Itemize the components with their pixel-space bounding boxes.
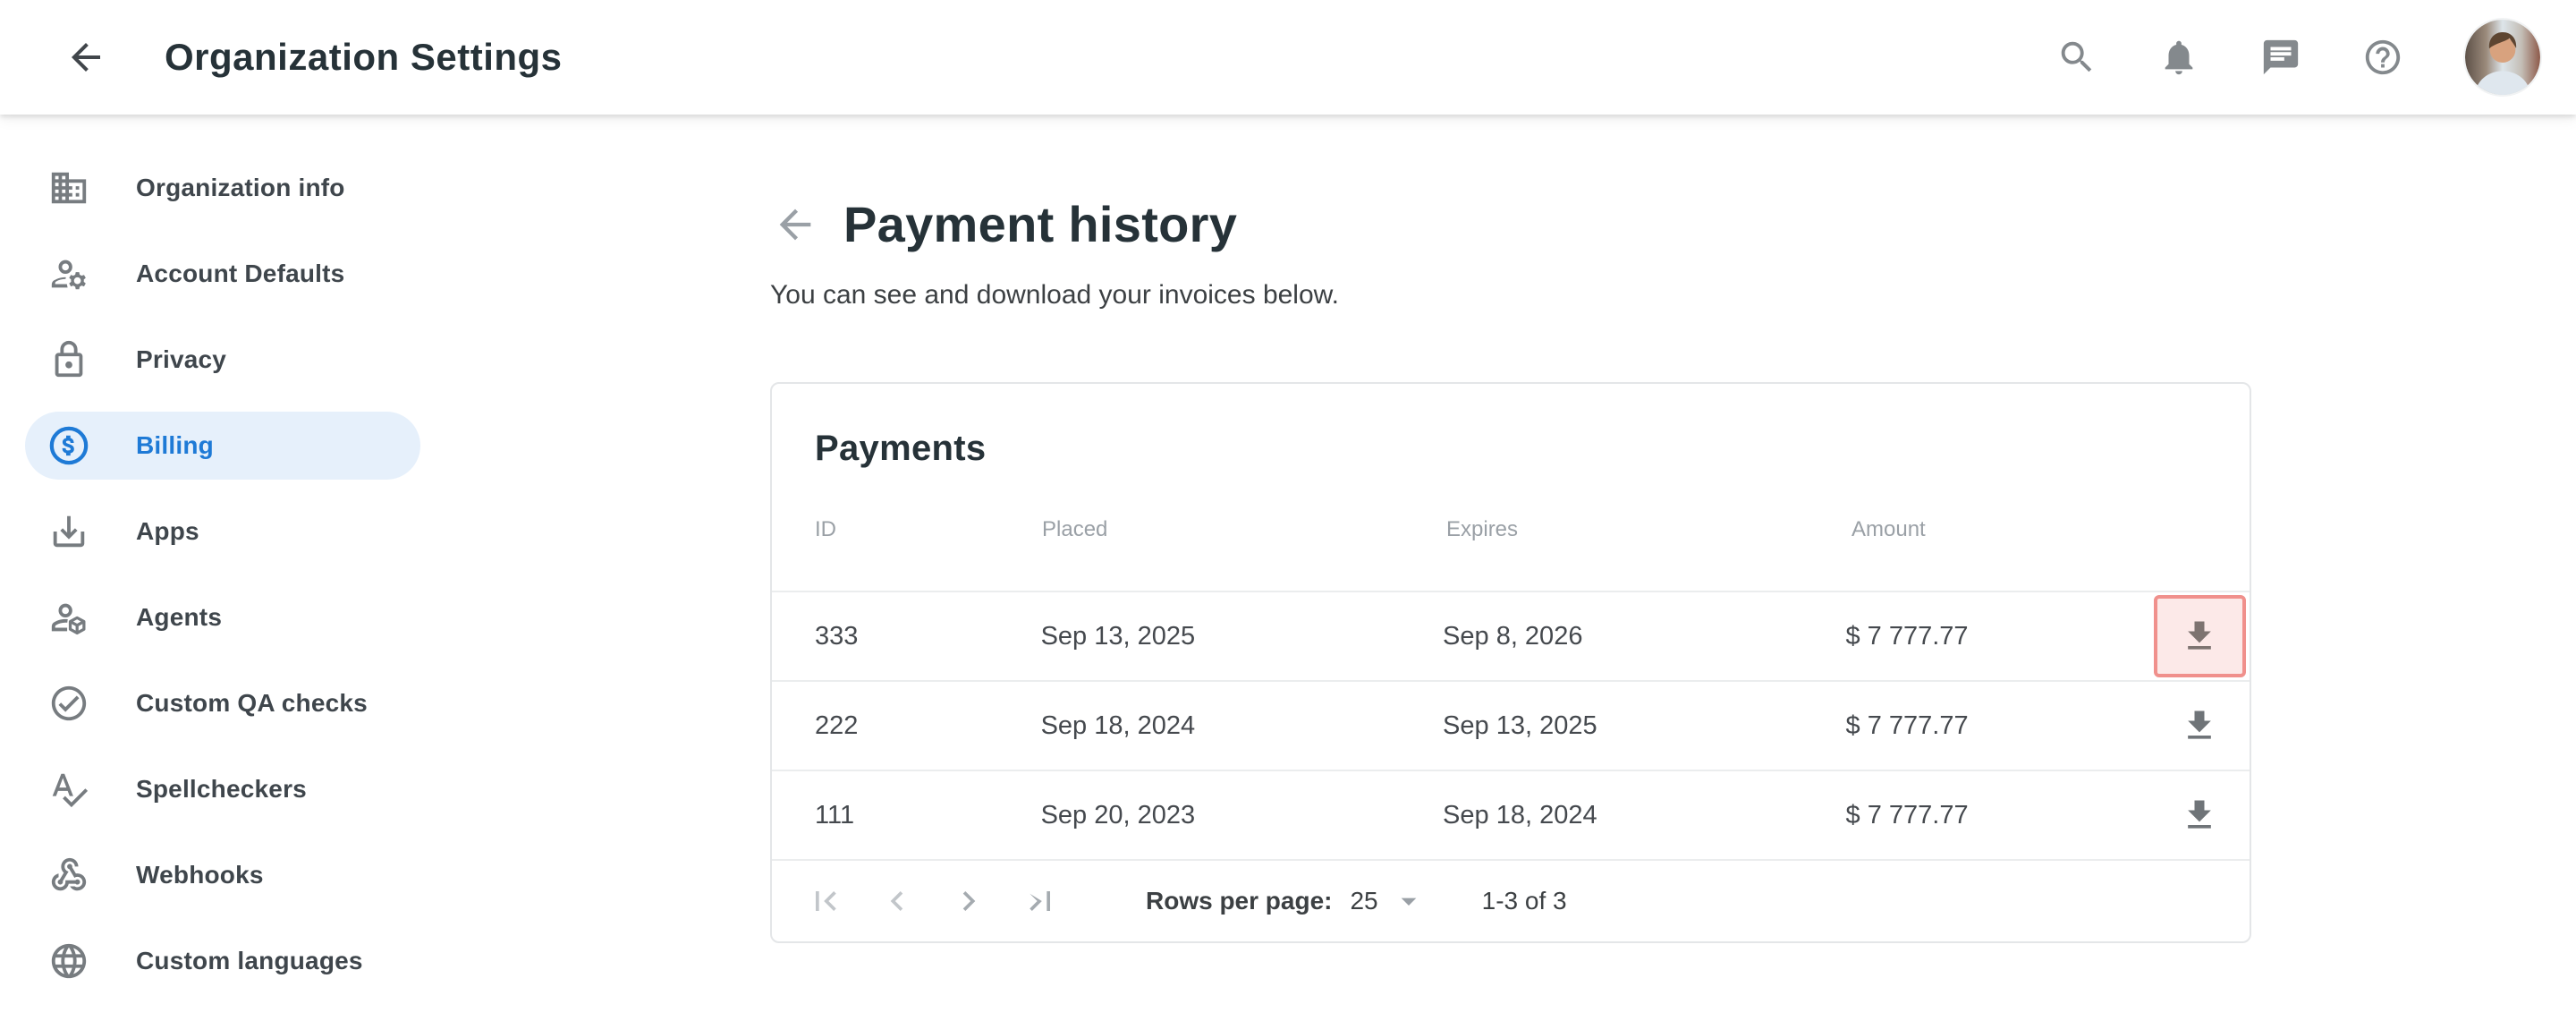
sidebar-item-label: Custom QA checks bbox=[136, 689, 368, 718]
column-header-placed: Placed bbox=[1042, 517, 1446, 542]
dollar-circle-icon bbox=[48, 425, 89, 466]
sidebar-item-agents[interactable]: Agents bbox=[25, 583, 420, 651]
sidebar-item-privacy[interactable]: Privacy bbox=[25, 326, 420, 394]
cell-placed: Sep 13, 2025 bbox=[1041, 622, 1443, 651]
cell-expires: Sep 8, 2026 bbox=[1443, 622, 1845, 651]
sidebar-item-account-defaults[interactable]: Account Defaults bbox=[25, 240, 420, 308]
last-page-button[interactable] bbox=[1019, 880, 1062, 923]
cell-id: 111 bbox=[815, 801, 1041, 830]
first-page-icon bbox=[806, 881, 845, 921]
download-invoice-button-highlighted[interactable] bbox=[2154, 595, 2246, 677]
cell-id: 333 bbox=[815, 622, 1041, 651]
table-pagination: Rows per page: 25 1-3 of 3 bbox=[772, 861, 2250, 941]
webhook-icon bbox=[48, 855, 89, 896]
column-header-amount: Amount bbox=[1852, 517, 2161, 542]
column-header-expires: Expires bbox=[1446, 517, 1852, 542]
app-title: Organization Settings bbox=[165, 36, 563, 79]
page-header: Payment history bbox=[770, 195, 2255, 253]
last-page-icon bbox=[1021, 881, 1060, 921]
download-invoice-button[interactable] bbox=[2154, 774, 2246, 856]
rows-per-page-select[interactable]: 25 bbox=[1350, 883, 1426, 919]
page-title: Payment history bbox=[843, 195, 1237, 253]
cell-expires: Sep 13, 2025 bbox=[1443, 711, 1845, 741]
table-row: 222 Sep 18, 2024 Sep 13, 2025 $ 7 777.77 bbox=[772, 682, 2250, 771]
sidebar-item-custom-languages[interactable]: Custom languages bbox=[25, 927, 420, 995]
table-header-row: ID Placed Expires Amount bbox=[772, 469, 2250, 592]
payments-card: Payments ID Placed Expires Amount 333 Se… bbox=[770, 382, 2251, 943]
sidebar-item-label: Spellcheckers bbox=[136, 775, 307, 804]
sidebar-item-spellcheckers[interactable]: Spellcheckers bbox=[25, 755, 420, 823]
user-avatar[interactable] bbox=[2465, 20, 2540, 95]
sidebar-item-label: Agents bbox=[136, 603, 222, 632]
sidebar-item-billing[interactable]: Billing bbox=[25, 412, 420, 480]
help-button[interactable] bbox=[2347, 21, 2419, 93]
main-content: Payment history You can see and download… bbox=[770, 115, 2255, 1021]
back-arrow-icon bbox=[64, 36, 107, 79]
next-page-button[interactable] bbox=[947, 880, 990, 923]
topbar-actions bbox=[2041, 20, 2540, 95]
cell-expires: Sep 18, 2024 bbox=[1443, 801, 1845, 830]
card-title: Payments bbox=[772, 384, 2250, 469]
cell-amount: $ 7 777.77 bbox=[1845, 622, 2153, 651]
table-row: 111 Sep 20, 2023 Sep 18, 2024 $ 7 777.77 bbox=[772, 771, 2250, 861]
download-icon bbox=[2180, 796, 2219, 835]
page-back-button[interactable] bbox=[770, 200, 820, 250]
sidebar-item-label: Billing bbox=[136, 431, 214, 460]
search-icon bbox=[2056, 37, 2097, 78]
download-invoice-button[interactable] bbox=[2154, 685, 2246, 767]
check-circle-icon bbox=[48, 683, 89, 724]
person-gear-icon bbox=[48, 253, 89, 294]
chevron-right-icon bbox=[949, 881, 988, 921]
rows-per-page-label: Rows per page: bbox=[1146, 887, 1332, 915]
pagination-range: 1-3 of 3 bbox=[1482, 887, 1567, 915]
lock-icon bbox=[48, 339, 89, 380]
cell-placed: Sep 18, 2024 bbox=[1041, 711, 1443, 741]
sidebar-item-label: Custom languages bbox=[136, 947, 363, 975]
page-subtitle: You can see and download your invoices b… bbox=[770, 280, 2255, 311]
column-header-id: ID bbox=[815, 517, 1042, 542]
cell-amount: $ 7 777.77 bbox=[1846, 801, 2154, 830]
globe-icon bbox=[48, 940, 89, 982]
building-icon bbox=[48, 167, 89, 208]
sidebar-item-apps[interactable]: Apps bbox=[25, 498, 420, 566]
sidebar-item-custom-qa-checks[interactable]: Custom QA checks bbox=[25, 669, 420, 737]
sidebar-item-webhooks[interactable]: Webhooks bbox=[25, 841, 420, 909]
chat-icon bbox=[2260, 37, 2301, 78]
previous-page-button[interactable] bbox=[876, 880, 919, 923]
cell-placed: Sep 20, 2023 bbox=[1041, 801, 1443, 830]
settings-sidebar: Organization info Account Defaults Priva… bbox=[0, 115, 429, 1021]
help-icon bbox=[2362, 37, 2403, 78]
cell-amount: $ 7 777.77 bbox=[1846, 711, 2154, 741]
table-row: 333 Sep 13, 2025 Sep 8, 2026 $ 7 777.77 bbox=[772, 592, 2250, 682]
sidebar-item-label: Webhooks bbox=[136, 861, 264, 889]
sidebar-item-label: Organization info bbox=[136, 174, 345, 202]
global-back-button[interactable] bbox=[57, 29, 114, 86]
person-cube-icon bbox=[48, 597, 89, 638]
sidebar-item-label: Account Defaults bbox=[136, 260, 344, 288]
sidebar-item-label: Apps bbox=[136, 517, 199, 546]
sidebar-item-label: Privacy bbox=[136, 345, 226, 374]
back-arrow-icon bbox=[772, 201, 818, 248]
download-icon bbox=[2180, 706, 2219, 745]
chevron-down-icon bbox=[1391, 883, 1427, 919]
rows-per-page-value: 25 bbox=[1350, 887, 1377, 915]
chevron-left-icon bbox=[877, 881, 917, 921]
search-button[interactable] bbox=[2041, 21, 2113, 93]
download-tray-icon bbox=[48, 511, 89, 552]
top-app-bar: Organization Settings bbox=[0, 0, 2576, 115]
messages-button[interactable] bbox=[2245, 21, 2317, 93]
page-body: Organization info Account Defaults Priva… bbox=[0, 115, 2576, 1021]
cell-id: 222 bbox=[815, 711, 1041, 741]
sidebar-item-organization-info[interactable]: Organization info bbox=[25, 154, 420, 222]
notifications-button[interactable] bbox=[2143, 21, 2215, 93]
download-icon bbox=[2180, 617, 2219, 656]
notifications-bell-icon bbox=[2158, 37, 2199, 78]
first-page-button[interactable] bbox=[804, 880, 847, 923]
avatar-photo bbox=[2465, 20, 2540, 95]
spellcheck-icon bbox=[48, 769, 89, 810]
